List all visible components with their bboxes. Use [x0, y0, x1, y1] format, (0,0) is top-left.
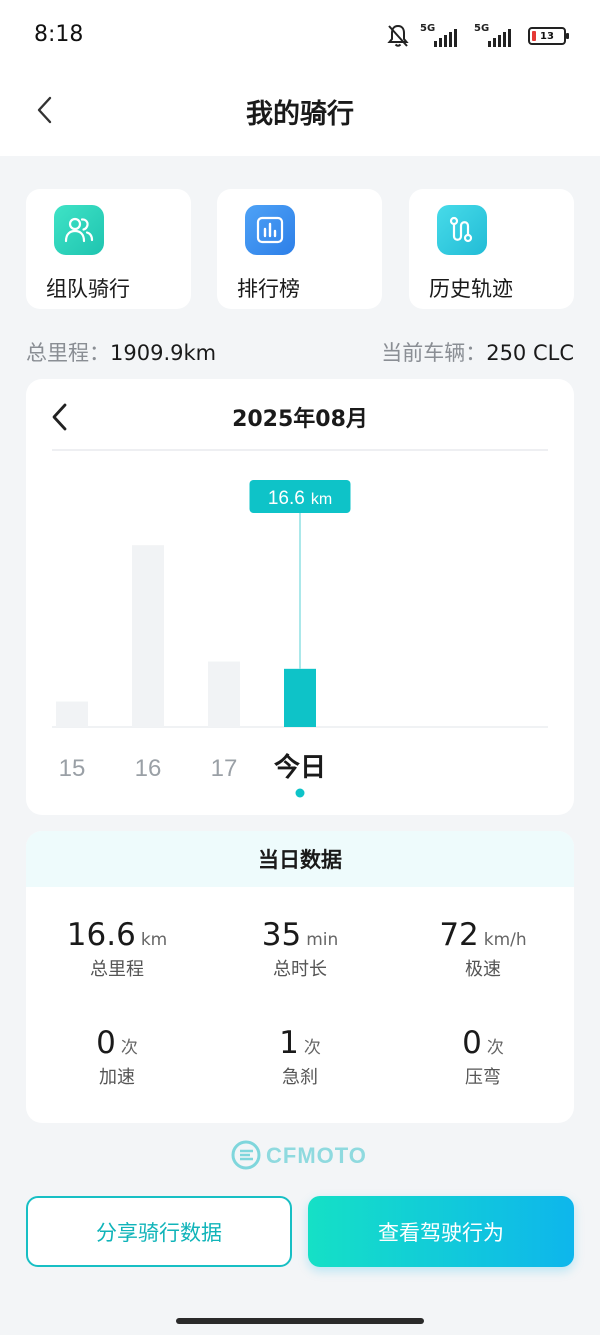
stat-label: 加速 — [99, 1067, 135, 1088]
stat-unit: 次 — [486, 1038, 504, 1058]
chart-tick-label[interactable]: 今日 — [274, 752, 326, 782]
chart-bar-2[interactable] — [208, 661, 240, 727]
stat-value: 16.6 — [66, 917, 136, 953]
stat-value: 72 — [439, 917, 479, 953]
stat-label: 总时长 — [273, 959, 327, 980]
stat-unit: 次 — [120, 1038, 138, 1058]
cellular-signal-1: 5G — [420, 23, 464, 49]
current-vehicle-value: 250 CLC — [486, 341, 574, 365]
daily-stats-title: 当日数据 — [26, 831, 574, 887]
stat-label: 急刹 — [282, 1067, 318, 1088]
cellular-signal-2: 5G — [474, 23, 518, 49]
chart-bar-1[interactable] — [132, 545, 164, 727]
total-mileage-value: 1909.9km — [110, 341, 217, 365]
stat-duration: 35 min 总时长 — [209, 917, 391, 981]
chart-tick-label[interactable]: 16 — [135, 755, 162, 782]
stat-value: 0 — [96, 1025, 116, 1061]
stat-label: 总里程 — [90, 959, 144, 980]
monthly-chart-card: 2025年08月 15 16 17 今日 16.6 km — [26, 379, 574, 815]
chart-tooltip-text: 16.6 km — [268, 488, 332, 509]
status-icons: 5G 5G 13 — [386, 22, 569, 50]
chart-bar-3[interactable] — [284, 668, 316, 727]
home-indicator[interactable] — [176, 1318, 424, 1324]
stat-label: 压弯 — [465, 1067, 501, 1088]
share-ride-data-button[interactable]: 分享骑行数据 — [26, 1196, 292, 1267]
stat-hard-braking: 1次 急刹 — [209, 1025, 391, 1089]
page-title: 我的骑行 — [246, 99, 354, 130]
stat-value: 35 — [261, 917, 302, 953]
view-driving-behavior-button[interactable]: 查看驾驶行为 — [308, 1196, 574, 1267]
battery-icon: 13 — [528, 27, 569, 45]
quick-action-label: 组队骑行 — [46, 277, 130, 301]
stat-value: 0 — [462, 1025, 482, 1061]
stat-label: 极速 — [465, 959, 501, 980]
stat-unit: 次 — [303, 1038, 321, 1058]
network-type-1: 5G — [420, 23, 436, 34]
selected-day-dot — [295, 788, 305, 798]
team-ride-icon — [54, 205, 104, 255]
quick-action-label: 历史轨迹 — [429, 277, 513, 301]
track-history-icon — [437, 205, 487, 255]
chart-tick-label[interactable]: 15 — [59, 755, 86, 782]
notifications-muted-icon — [387, 24, 409, 47]
stat-value: 1 — [279, 1025, 299, 1061]
stat-top-speed: 72 km/h 极速 — [392, 917, 574, 981]
daily-stats-card: 当日数据 16.6 km 总里程 35 min 总时长 72 km/h 极速 0次 加… — [26, 831, 574, 1123]
stat-unit: km — [140, 930, 168, 950]
total-mileage: 总里程：1909.9km — [26, 337, 216, 367]
quick-action-team-ride[interactable]: 组队骑行 — [26, 189, 191, 309]
signal-bars-icon — [434, 29, 457, 47]
network-type-2: 5G — [474, 23, 490, 34]
current-vehicle[interactable]: 当前车辆：250 CLC — [381, 337, 574, 367]
tooltip-unit: km — [311, 491, 332, 508]
current-vehicle-label: 当前车辆： — [381, 341, 487, 365]
chart-bar-0[interactable] — [56, 701, 88, 727]
stat-cornering: 0次 压弯 — [392, 1025, 574, 1089]
battery-level: 13 — [540, 30, 554, 42]
daily-mileage-chart: 15 16 17 今日 16.6 km — [52, 449, 548, 798]
stat-distance: 16.6 km 总里程 — [26, 917, 208, 981]
leaderboard-icon — [245, 205, 295, 255]
signal-bars-icon — [488, 29, 511, 47]
stat-unit: min — [306, 930, 339, 950]
tooltip-value: 16.6 — [268, 488, 305, 509]
quick-action-leaderboard[interactable]: 排行榜 — [217, 189, 382, 309]
brand-logo: CFMOTO — [156, 1140, 444, 1170]
brand-name: CFMOTO — [266, 1143, 367, 1168]
stat-acceleration: 0次 加速 — [26, 1025, 208, 1089]
quick-action-track-history[interactable]: 历史轨迹 — [409, 189, 574, 309]
status-time: 8:18 — [34, 22, 84, 47]
cfmoto-emblem-icon — [231, 1140, 261, 1170]
status-bar: 8:18 5G 5G 13 — [0, 0, 600, 72]
quick-action-label: 排行榜 — [237, 277, 300, 301]
total-mileage-label: 总里程： — [26, 341, 110, 365]
battery-fill — [532, 31, 537, 41]
stat-unit: km/h — [483, 930, 527, 950]
chart-tick-label[interactable]: 17 — [211, 755, 238, 782]
